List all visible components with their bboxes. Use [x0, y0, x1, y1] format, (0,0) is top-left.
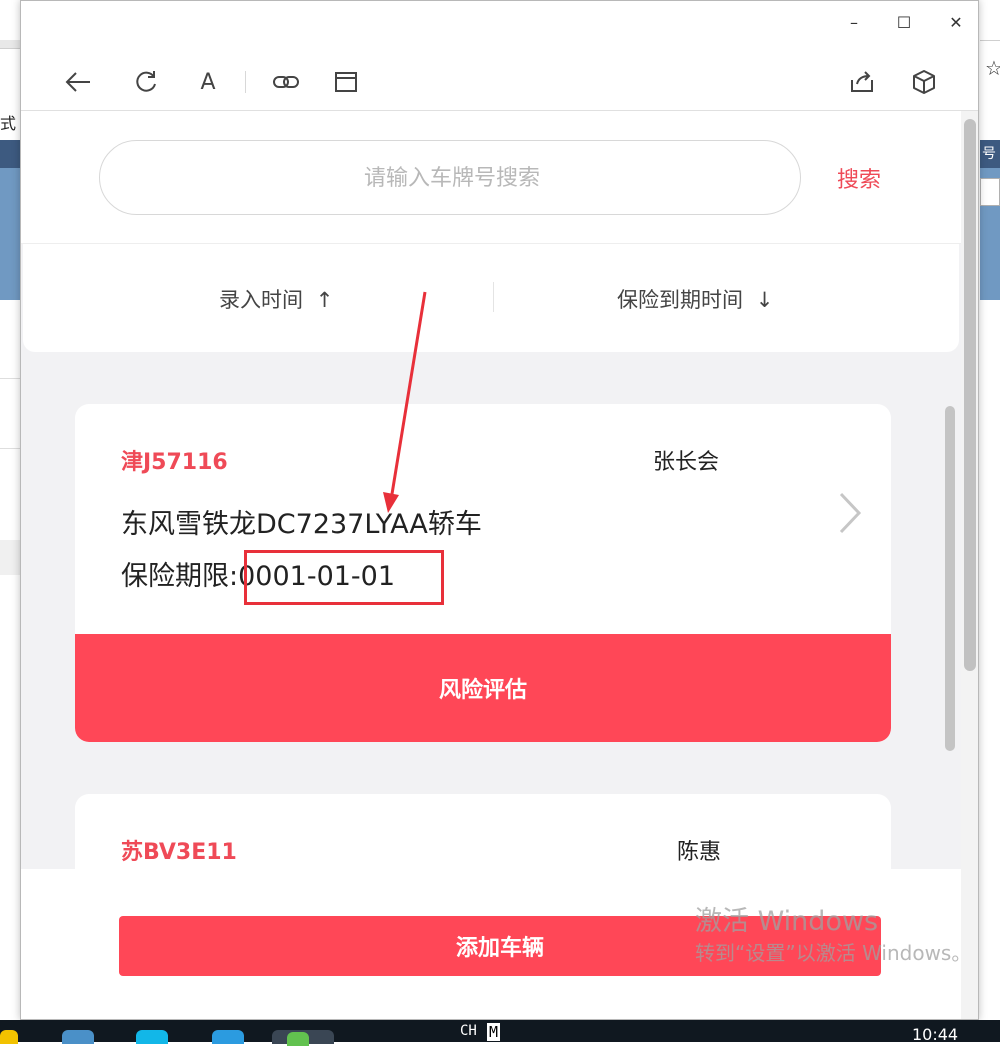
search-box [99, 140, 804, 216]
miniprogram-button[interactable] [909, 67, 939, 97]
open-in-browser-button[interactable] [331, 67, 361, 97]
insurance-expiry-value: 0001-01-01 [238, 561, 396, 592]
refresh-button[interactable] [131, 67, 161, 97]
close-button[interactable]: ✕ [941, 11, 971, 35]
sort-expiry-label: 保险到期时间 [617, 288, 743, 312]
vehicle-owner: 张长会 [653, 450, 720, 475]
list-scrollbar[interactable] [945, 406, 955, 751]
share-button[interactable] [847, 67, 877, 97]
bg-right-input[interactable] [980, 178, 1000, 206]
bg-left-text: 式 [0, 114, 17, 133]
sort-divider [493, 282, 494, 312]
insurance-expiry-label: 保险期限: [121, 561, 239, 592]
vehicle-plate: 津J57116 [121, 450, 228, 475]
taskbar: CH M 10:44 [0, 1020, 1000, 1046]
bg-left-divider [0, 378, 22, 379]
add-vehicle-button[interactable]: 添加车辆 [119, 916, 881, 976]
popup-window: – ☐ ✕ A 搜索 录入时 [20, 0, 979, 1020]
ime-mode[interactable]: M [487, 1023, 501, 1041]
maximize-button[interactable]: ☐ [889, 11, 919, 35]
chevron-right-icon [839, 492, 862, 534]
vehicle-plate: 苏BV3E11 [121, 840, 237, 865]
bg-left-header [0, 140, 22, 168]
bg-left-toolbar [0, 40, 22, 49]
page-content: 搜索 录入时间 ↑ 保险到期时间 ↓ 津J57116 张长会 东风雪铁龙DC72… [21, 111, 961, 1019]
window-scrollbar-thumb[interactable] [964, 119, 976, 671]
cube-icon [913, 70, 935, 94]
back-button[interactable] [63, 67, 93, 97]
vehicle-model: 东风雪铁龙DC7237LYAA轿车 [121, 509, 482, 540]
search-area: 搜索 [21, 111, 961, 244]
insurance-expiry: 保险期限:0001-01-01 [121, 554, 395, 593]
minimize-button[interactable]: – [839, 11, 869, 35]
bg-left-row-grey [0, 540, 22, 575]
sort-ascending-icon: ↑ [315, 288, 334, 312]
browser-toolbar: A [21, 51, 978, 111]
window-icon [335, 72, 357, 92]
bg-right-divider [980, 40, 1000, 41]
toolbar-divider [245, 71, 246, 93]
bg-left-divider [0, 448, 22, 449]
vehicle-card[interactable]: 津J57116 张长会 东风雪铁龙DC7237LYAA轿车 保险期限:0001-… [75, 404, 891, 742]
vehicle-owner: 陈惠 [677, 840, 722, 865]
card-detail-button[interactable] [835, 490, 865, 540]
clock[interactable]: 10:44 [912, 1025, 958, 1044]
sort-by-entry-time[interactable]: 录入时间 ↑ [219, 284, 333, 314]
wechat-icon [287, 1032, 309, 1046]
back-arrow-icon [65, 72, 90, 92]
sort-bar: 录入时间 ↑ 保险到期时间 ↓ [23, 244, 959, 352]
sort-by-expiry[interactable]: 保险到期时间 ↓ [617, 284, 773, 314]
bg-right-header: 号 [980, 140, 1000, 168]
sort-entry-time-label: 录入时间 [219, 288, 303, 312]
bg-favorite-star-icon[interactable]: ☆ [985, 56, 1000, 80]
share-icon [851, 71, 873, 92]
footer-bar: 添加车辆 [21, 869, 961, 1019]
refresh-icon [136, 71, 156, 92]
font-size-button[interactable]: A [193, 67, 223, 97]
search-button[interactable]: 搜索 [837, 162, 881, 194]
input-language[interactable]: CH [460, 1023, 477, 1039]
risk-assessment-button[interactable]: 风险评估 [75, 634, 891, 742]
sort-descending-icon: ↓ [755, 288, 774, 312]
copy-link-button[interactable] [271, 67, 301, 97]
plate-search-input[interactable] [100, 141, 804, 216]
link-icon [273, 76, 299, 88]
bg-left-panel [0, 168, 22, 300]
